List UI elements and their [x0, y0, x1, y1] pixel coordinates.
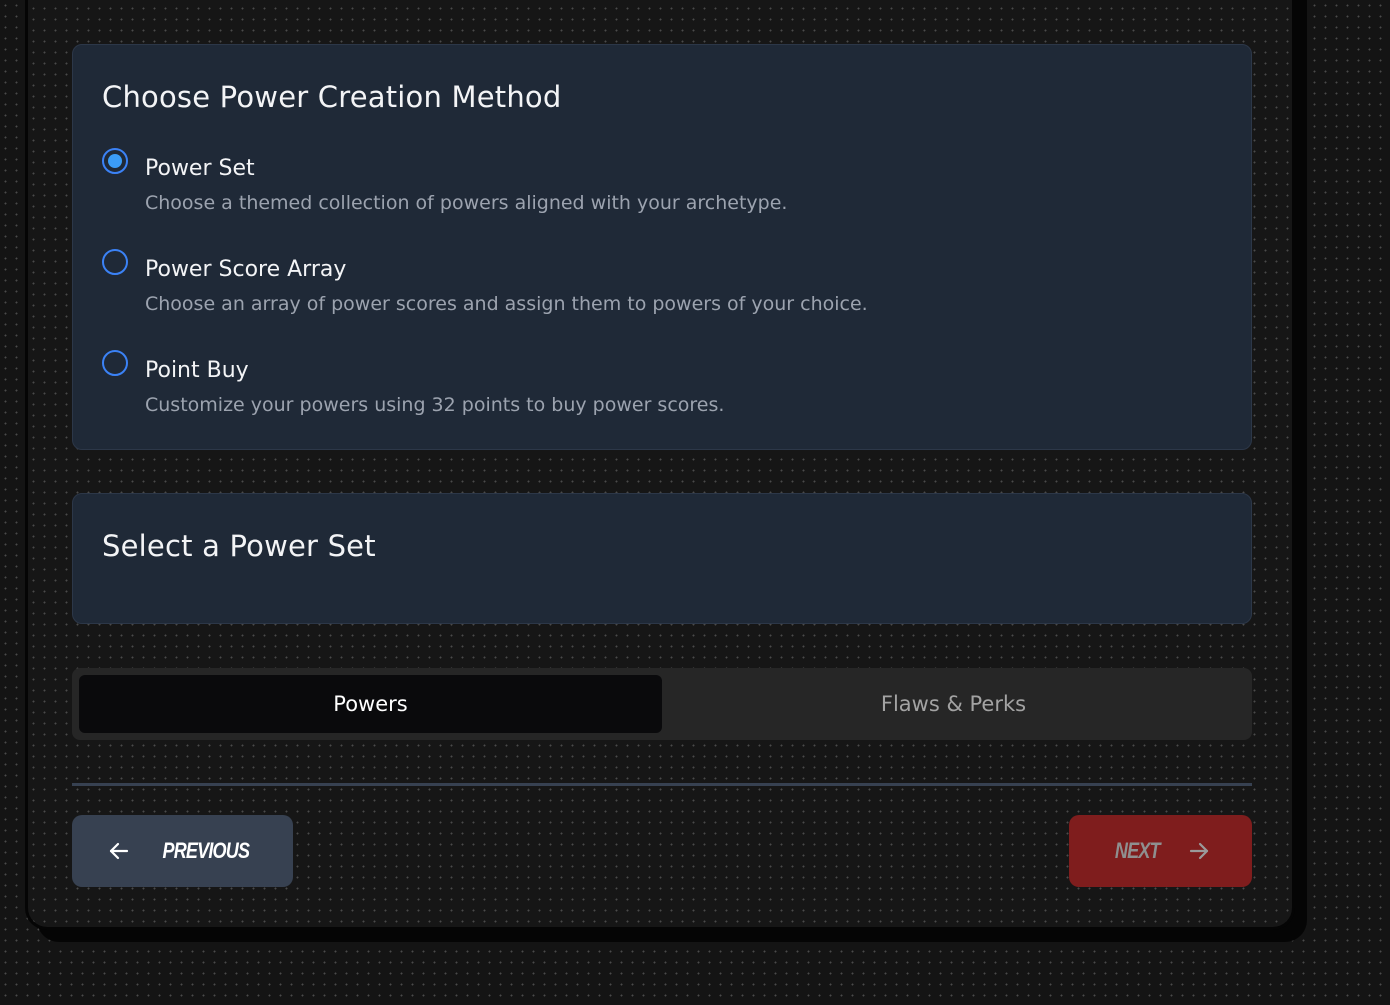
option-label: Point Buy [145, 358, 249, 383]
option-label: Power Set [145, 156, 255, 181]
method-card-title: Choose Power Creation Method [102, 80, 562, 114]
divider [72, 783, 1252, 786]
arrow-left-icon [107, 839, 153, 863]
option-label: Power Score Array [145, 257, 347, 282]
previous-button[interactable]: PREVIOUS [72, 815, 293, 887]
option-description: Choose a themed collection of powers ali… [145, 192, 788, 214]
radio-power-set[interactable] [102, 148, 128, 174]
power-set-card: Select a Power Set [72, 493, 1252, 624]
radio-point-buy[interactable] [102, 350, 128, 376]
arrow-right-icon [1165, 839, 1211, 863]
power-creation-method-card: Choose Power Creation Method Power Set C… [72, 44, 1252, 450]
power-set-card-title: Select a Power Set [102, 529, 376, 563]
option-point-buy[interactable]: Point Buy Customize your powers using 32… [101, 349, 1201, 429]
radio-power-score-array[interactable] [102, 249, 128, 275]
next-button[interactable]: NEXT [1069, 815, 1252, 887]
next-label: NEXT [1115, 838, 1161, 863]
option-description: Customize your powers using 32 points to… [145, 394, 725, 416]
tab-flaws-perks[interactable]: Flaws & Perks [662, 675, 1245, 733]
previous-label: PREVIOUS [162, 838, 249, 863]
option-description: Choose an array of power scores and assi… [145, 293, 868, 315]
option-power-score-array[interactable]: Power Score Array Choose an array of pow… [101, 248, 1201, 328]
tab-powers[interactable]: Powers [79, 675, 662, 733]
powers-tabs: Powers Flaws & Perks [72, 668, 1252, 740]
option-power-set[interactable]: Power Set Choose a themed collection of … [101, 147, 1201, 227]
